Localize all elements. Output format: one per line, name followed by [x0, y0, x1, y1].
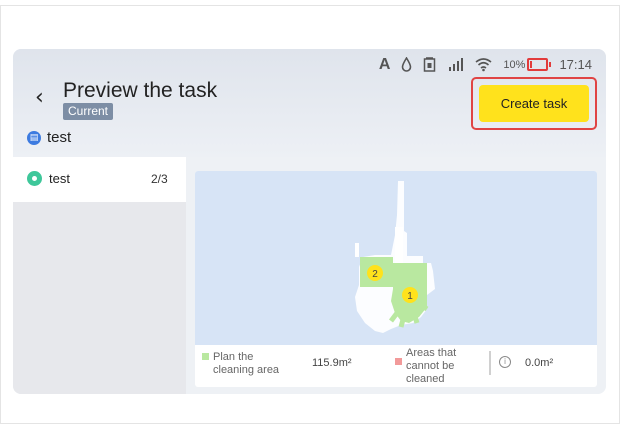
page-title: Preview the task	[63, 79, 218, 102]
sidebar: test 2/3	[13, 157, 186, 394]
map-selector[interactable]: ▤ test	[27, 129, 71, 146]
plan-area-value: 115.9m²	[312, 357, 352, 369]
create-task-highlight: Create task	[471, 77, 597, 130]
room-2b-area	[393, 263, 427, 289]
sidebar-item-label: test	[49, 171, 70, 186]
legend-divider	[489, 351, 491, 375]
cellular-signal-icon	[449, 58, 464, 71]
water-drop-icon	[402, 57, 412, 72]
screenshot-frame: A 10% 17:14 ‹ Preview the task Current C…	[0, 5, 620, 424]
room-marker-1-label: 1	[407, 291, 413, 302]
font-icon: A	[378, 56, 391, 73]
no-clean-swatch	[395, 358, 402, 365]
map-detail-left	[355, 243, 359, 257]
app-screen: A 10% 17:14 ‹ Preview the task Current C…	[13, 49, 606, 394]
no-clean-label: Areas that cannot be cleaned	[406, 347, 457, 383]
info-area-value: 0.0m²	[525, 357, 553, 369]
battery-percent: 10%	[503, 58, 526, 71]
map-name: test	[47, 129, 72, 146]
plan-area-label: Plan the cleaning area	[213, 351, 280, 376]
plan-area-unit: m²	[338, 357, 352, 369]
map-corridor	[395, 227, 403, 263]
sidebar-item-test[interactable]: test 2/3	[13, 157, 186, 202]
current-badge: Current	[63, 103, 114, 120]
map-preview-panel: 2 1 Plan the cleaning area 115.9m² Areas…	[195, 171, 597, 387]
create-task-button[interactable]: Create task	[479, 85, 589, 122]
clock: 17:14	[559, 57, 592, 72]
info-icon[interactable]: i	[499, 356, 511, 368]
plan-area-number: 115.9	[312, 357, 339, 369]
wifi-icon	[475, 58, 492, 72]
info-area-number: 0.0	[525, 357, 541, 369]
plan-area-swatch	[202, 353, 209, 360]
status-bar: A 10% 17:14	[378, 56, 592, 73]
header: A 10% 17:14 ‹ Preview the task Current C…	[13, 49, 606, 157]
room-marker-2-label: 2	[372, 269, 378, 280]
info-area-unit: m²	[540, 357, 554, 369]
map-icon: ▤	[27, 130, 41, 145]
battery-low-icon	[527, 58, 552, 71]
sim-card-icon	[424, 57, 436, 72]
sidebar-item-count: 2/3	[151, 172, 168, 186]
area-legend: Plan the cleaning area 115.9m² Areas tha…	[195, 345, 597, 387]
cleaning-map[interactable]: 2 1	[195, 171, 597, 345]
location-pin-icon	[27, 171, 42, 186]
floor-map-svg: 2 1	[355, 181, 435, 333]
back-chevron-icon[interactable]: ‹	[35, 87, 44, 109]
